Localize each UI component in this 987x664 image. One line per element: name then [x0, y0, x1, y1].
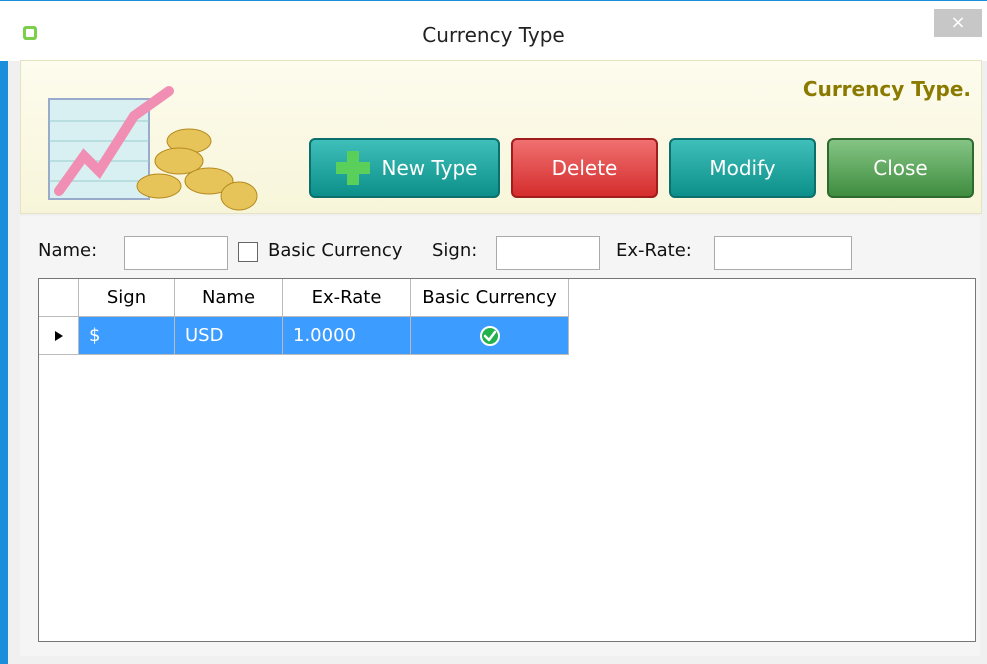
exrate-label: Ex-Rate: [616, 240, 692, 261]
grid-header: Sign Name Ex-Rate Basic Currency [39, 279, 569, 317]
sign-label: Sign: [432, 240, 478, 261]
cell-sign[interactable]: $ [79, 317, 175, 355]
col-name[interactable]: Name [175, 279, 283, 317]
currency-type-window: Currency Type × Currency Type. New Type … [0, 0, 987, 664]
form-panel: Name: Basic Currency Sign: Ex-Rate: Sign… [20, 216, 980, 656]
col-basic-currency[interactable]: Basic Currency [411, 279, 569, 317]
row-pointer-icon [54, 330, 63, 341]
basic-currency-checkbox[interactable] [238, 242, 258, 262]
cell-exrate[interactable]: 1.0000 [283, 317, 411, 355]
finance-illustration-icon [48, 86, 258, 211]
sign-input[interactable] [496, 236, 600, 270]
name-input[interactable] [124, 236, 228, 270]
row-selector[interactable] [39, 317, 79, 355]
new-type-button[interactable]: New Type [309, 138, 500, 198]
basic-currency-label: Basic Currency [268, 240, 403, 261]
table-row[interactable]: $ USD 1.0000 [39, 317, 569, 355]
check-icon [479, 325, 500, 346]
window-title: Currency Type [422, 23, 565, 47]
col-exrate[interactable]: Ex-Rate [283, 279, 411, 317]
col-sign[interactable]: Sign [79, 279, 175, 317]
cell-basic-currency[interactable] [411, 317, 569, 355]
modify-button[interactable]: Modify [669, 138, 816, 198]
new-type-label: New Type [381, 156, 478, 180]
close-button[interactable]: Close [827, 138, 974, 198]
header-title: Currency Type. [802, 77, 971, 101]
cell-name[interactable]: USD [175, 317, 283, 355]
title-bar: Currency Type × [0, 0, 987, 61]
name-label: Name: [38, 240, 98, 261]
row-header-cell [39, 279, 79, 317]
close-window-button[interactable]: × [934, 9, 982, 37]
currency-grid[interactable]: Sign Name Ex-Rate Basic Currency $ USD 1… [38, 278, 976, 642]
exrate-input[interactable] [714, 236, 852, 270]
header-panel: Currency Type. New Type Delete Modify Cl… [20, 60, 982, 214]
delete-button[interactable]: Delete [511, 138, 658, 198]
plus-icon [335, 151, 370, 185]
